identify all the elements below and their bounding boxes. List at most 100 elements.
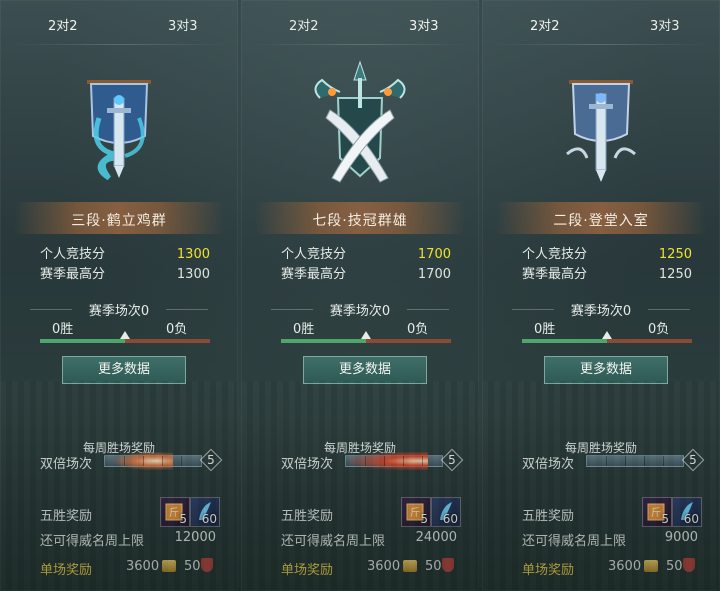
crossed-swords-icon [314, 60, 406, 183]
double-label: 双倍场次 [522, 457, 575, 472]
progress-divider [143, 456, 144, 466]
arena-panel-2: 2对2 3对3 七段·技冠群雄 个人竞技分 1700 赛季最高分 1700 赛季… [241, 0, 479, 591]
arena-panel-3: 2对2 3对3 二段·登堂入室 个人竞技分 1250 赛季最高分 1250 赛季… [482, 0, 720, 591]
tab-3v3[interactable]: 3对3 [369, 14, 478, 40]
scroll-item-icon[interactable]: 斤 5 [642, 497, 672, 527]
progress-divider [162, 456, 163, 466]
season-high-label: 赛季最高分 [40, 267, 106, 282]
item-count: 5 [420, 512, 428, 526]
progress-divider [365, 456, 366, 466]
ratio-marker-icon [602, 331, 612, 339]
tab-2v2[interactable]: 2对2 [8, 14, 117, 40]
arena-screen: 2对2 3对3 三段·鹤立鸡群 个人竞技分 1300 赛季最高分 1300 赛季… [0, 0, 720, 591]
rating-value: 1250 [658, 247, 692, 262]
win-fill [522, 339, 607, 343]
coin-amount: 3600 [126, 559, 160, 574]
tab-2v2[interactable]: 2对2 [289, 14, 319, 40]
svg-text:斤: 斤 [169, 507, 179, 519]
season-matches: 赛季场次0 [0, 300, 238, 319]
progress-divider [422, 456, 423, 466]
shield-amount: 50 [184, 559, 201, 574]
ratio-marker-icon [361, 331, 371, 339]
weekly-cap-label: 还可得威名周上限 [522, 534, 627, 549]
five-win-label: 五胜奖励 [522, 509, 575, 524]
tab-3v3[interactable]: 3对3 [168, 14, 198, 40]
win-loss-bar [40, 331, 210, 343]
rating-label: 个人竞技分 [281, 247, 347, 262]
wins-count: 0胜 [293, 322, 315, 337]
single-reward-label: 单场奖励 [281, 563, 334, 578]
win-fill [281, 339, 366, 343]
progress-divider [384, 456, 385, 466]
mode-tabs: 2对2 3对3 [241, 14, 479, 40]
shield-amount: 50 [425, 559, 442, 574]
feather-item-icon[interactable]: 60 [431, 497, 461, 527]
tab-divider [251, 44, 469, 45]
double-count: 5 [684, 451, 702, 469]
rating-label: 个人竞技分 [522, 247, 588, 262]
feather-item-icon[interactable]: 60 [672, 497, 702, 527]
svg-text:斤: 斤 [410, 507, 420, 519]
season-matches: 赛季场次0 [241, 300, 479, 319]
progress-divider [124, 456, 125, 466]
double-progress [586, 455, 684, 467]
ratio-marker-icon [120, 331, 130, 339]
more-data-button[interactable]: 更多数据 [62, 356, 186, 384]
double-label: 双倍场次 [40, 457, 93, 472]
double-label: 双倍场次 [281, 457, 334, 472]
weekly-cap-value: 9000 [664, 530, 698, 545]
coin-amount: 3600 [608, 559, 642, 574]
wins-count: 0胜 [52, 322, 74, 337]
five-win-label: 五胜奖励 [40, 509, 93, 524]
tab-3v3[interactable]: 3对3 [650, 14, 680, 40]
losses-count: 0负 [166, 322, 188, 337]
win-fill [40, 339, 125, 343]
coin-icon [162, 560, 176, 572]
scroll-item-icon[interactable]: 斤 5 [160, 497, 190, 527]
item-count: 60 [201, 512, 217, 526]
arena-panel-1: 2对2 3对3 三段·鹤立鸡群 个人竞技分 1300 赛季最高分 1300 赛季… [0, 0, 238, 591]
shield-icon [201, 558, 213, 572]
coin-icon [644, 560, 658, 572]
double-count: 5 [202, 451, 220, 469]
mode-tabs: 2对2 3对3 [0, 14, 238, 40]
double-progress [345, 452, 443, 470]
more-data-button[interactable]: 更多数据 [544, 356, 668, 384]
losses-count: 0负 [648, 322, 670, 337]
win-loss-bar [281, 331, 451, 343]
rating-value: 1300 [176, 247, 210, 262]
rating-label: 个人竞技分 [40, 247, 106, 262]
season-matches: 赛季场次0 [482, 300, 720, 319]
win-loss-bar [522, 331, 692, 343]
tab-divider [492, 44, 710, 45]
tab-2v2[interactable]: 2对2 [490, 14, 599, 40]
svg-text:斤: 斤 [651, 507, 661, 519]
feather-item-icon[interactable]: 60 [190, 497, 220, 527]
more-data-button[interactable]: 更多数据 [303, 356, 427, 384]
coin-amount: 3600 [367, 559, 401, 574]
item-count: 60 [442, 512, 458, 526]
scroll-item-icon[interactable]: 斤 5 [401, 497, 431, 527]
progress-divider [606, 456, 607, 466]
season-high-value: 1250 [658, 267, 692, 282]
shield-icon [683, 558, 695, 572]
tab-divider [10, 44, 228, 45]
banner-sword-icon [566, 80, 636, 182]
double-count: 5 [443, 451, 461, 469]
single-reward-label: 单场奖励 [522, 563, 575, 578]
five-win-label: 五胜奖励 [281, 509, 334, 524]
weekly-cap-label: 还可得威名周上限 [281, 534, 386, 549]
season-high-label: 赛季最高分 [522, 267, 588, 282]
wins-count: 0胜 [534, 322, 556, 337]
weekly-cap-label: 还可得威名周上限 [40, 534, 145, 549]
weekly-cap-value: 12000 [174, 530, 216, 545]
rating-value: 1700 [417, 247, 451, 262]
mode-tabs: 2对2 3对3 [482, 14, 720, 40]
weekly-cap-value: 24000 [415, 530, 457, 545]
rank-title: 七段·技冠群雄 [312, 213, 408, 229]
double-progress [104, 452, 202, 470]
progress-divider [663, 456, 664, 466]
rank-title: 二段·登堂入室 [553, 213, 649, 229]
single-reward-label: 单场奖励 [40, 563, 93, 578]
flame-progress-icon [350, 452, 428, 470]
